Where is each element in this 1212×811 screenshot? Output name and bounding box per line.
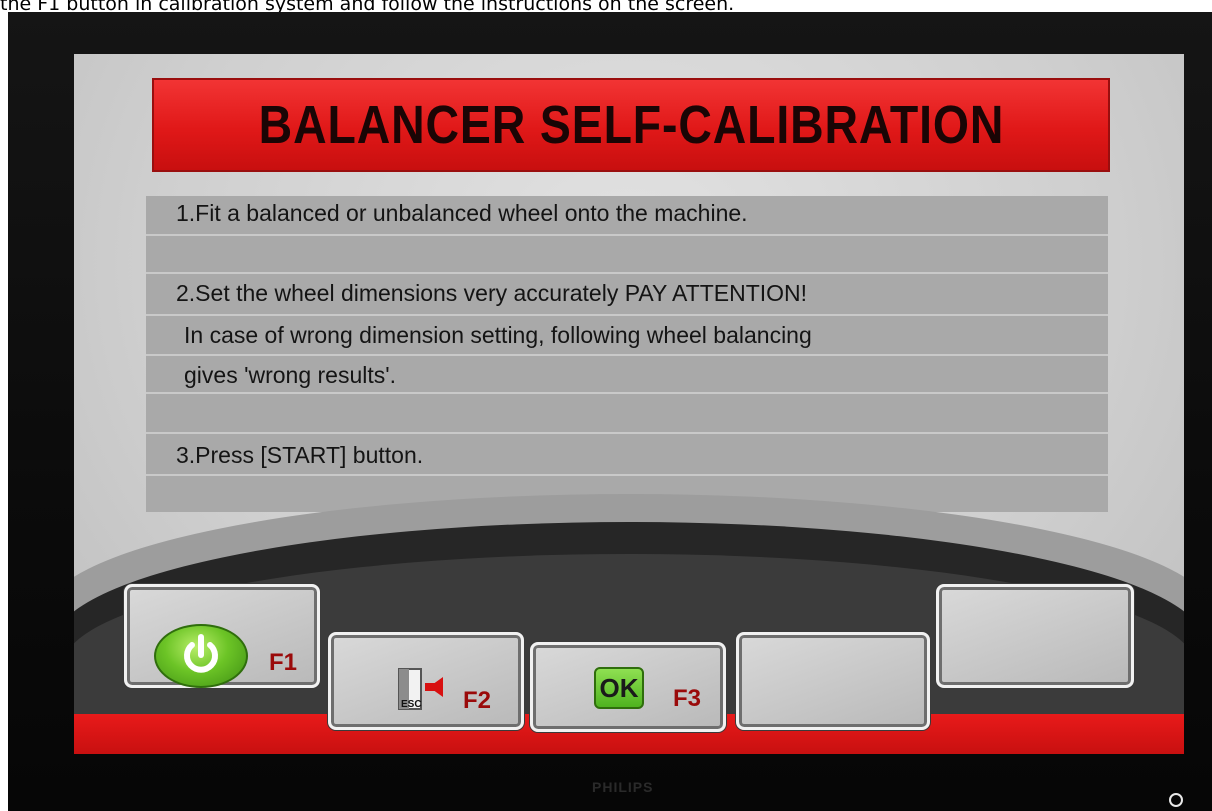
monitor-power-led [1169,793,1183,807]
monitor-brand-logo: PHILIPS [592,779,654,795]
row-divider [146,392,1108,394]
f3-key-label: F3 [673,685,702,712]
f1-key-label: F1 [269,649,298,676]
f2-button[interactable]: ESC F2 [328,632,524,730]
balancer-screen: BALANCER SELF-CALIBRATION 1.Fit a balanc… [74,54,1184,754]
esc-icon-text: ESC [401,699,422,710]
title-bar: BALANCER SELF-CALIBRATION [152,78,1110,172]
f4-button[interactable] [736,632,930,730]
row-divider [146,474,1108,476]
row-divider [146,354,1108,356]
page-title: BALANCER SELF-CALIBRATION [258,95,1004,155]
instruction-step-2: 2.Set the wheel dimensions very accurate… [176,280,808,306]
instruction-step-2-cont: In case of wrong dimension setting, foll… [184,322,812,348]
f2-key-label: F2 [463,687,492,714]
ok-icon: OK [594,667,644,709]
instructions-panel: 1.Fit a balanced or unbalanced wheel ont… [146,196,1108,512]
power-icon [154,624,248,688]
row-divider [146,432,1108,434]
instruction-step-1: 1.Fit a balanced or unbalanced wheel ont… [176,200,748,226]
row-divider [146,272,1108,274]
f5-button[interactable] [936,584,1134,688]
row-divider [146,314,1108,316]
instruction-step-3: 3.Press [START] button. [176,442,424,468]
instruction-step-2-cont: gives 'wrong results'. [184,362,397,388]
row-divider [146,234,1108,236]
esc-exit-icon: ESC [395,665,443,715]
monitor-bezel: BALANCER SELF-CALIBRATION 1.Fit a balanc… [8,12,1212,811]
f3-button[interactable]: OK F3 [530,642,726,732]
f1-button[interactable]: F1 [124,584,320,688]
